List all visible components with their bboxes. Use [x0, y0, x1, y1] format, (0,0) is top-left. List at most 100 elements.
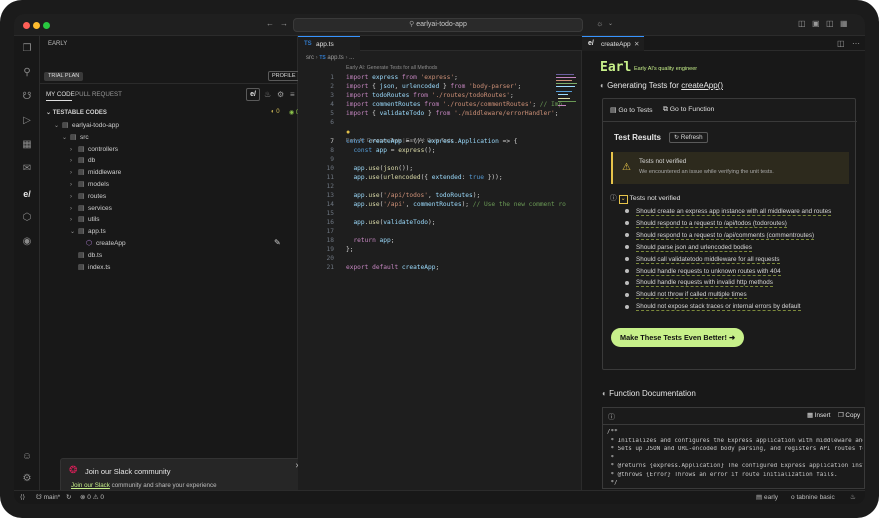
function-link[interactable]: createApp(): [681, 81, 723, 90]
code-line[interactable]: 16 app.use(validateTodo);: [298, 218, 582, 227]
tree-folder-item[interactable]: › ▤ routes: [70, 191, 106, 203]
panel-tab-createapp[interactable]: e/ createApp ✕: [582, 36, 644, 51]
tree-folder-item[interactable]: ⌄ ▤ src: [62, 132, 89, 144]
minimap[interactable]: [556, 74, 578, 108]
tree-folder-item[interactable]: ⌄ ▤ earlyai-todo-app: [54, 120, 119, 132]
tree-folder-item[interactable]: › ▤ controllers: [70, 144, 118, 156]
test-item[interactable]: Should parse json and urlencoded bodies: [625, 242, 752, 253]
test-item[interactable]: Should respond to a request to /api/todo…: [625, 218, 787, 229]
bell-icon[interactable]: ♨: [264, 90, 271, 99]
code-line[interactable]: 2 import { json, urlencoded } from 'body-…: [298, 82, 582, 91]
breadcrumb-file[interactable]: app.ts: [327, 55, 343, 61]
early-ai-icon[interactable]: e/: [20, 187, 34, 201]
test-item[interactable]: Should respond to a request to /api/comm…: [625, 230, 815, 241]
forward-arrow-icon[interactable]: →: [280, 19, 288, 29]
chat-icon[interactable]: ✉: [20, 162, 34, 176]
early-status[interactable]: ▤ early: [756, 491, 778, 504]
code-line[interactable]: 18 return app;: [298, 236, 582, 245]
problems-indicator[interactable]: ⊗ 0 ⚠ 0: [80, 491, 104, 504]
minimize-window-button[interactable]: [33, 22, 40, 29]
code-line[interactable]: 3 import todoRoutes from './routes/todoRo…: [298, 91, 582, 100]
close-tab-icon[interactable]: ✕: [634, 40, 639, 48]
extensions-icon[interactable]: ▦: [20, 138, 34, 152]
layout-icon[interactable]: ▦: [840, 19, 848, 29]
run-debug-icon[interactable]: ▷: [20, 114, 34, 128]
toggle-panel-icon[interactable]: ▣: [812, 19, 820, 29]
join-slack-link[interactable]: Join our Slack: [71, 482, 110, 489]
test-item[interactable]: Should create an express app instance wi…: [625, 206, 832, 217]
editor-tab-app-ts[interactable]: TS app.ts: [298, 36, 360, 51]
tabnine-icon[interactable]: ◉: [20, 235, 34, 249]
code-line[interactable]: 15: [298, 209, 582, 218]
code-line[interactable]: 1 import express from 'express';: [298, 73, 582, 82]
test-item[interactable]: Should not throw if called multiple time…: [625, 289, 747, 300]
chevron-down-icon[interactable]: ⌄: [608, 19, 613, 29]
test-item[interactable]: Should handle requests to unknown routes…: [625, 266, 781, 277]
code-line[interactable]: 6: [298, 118, 582, 127]
code-line[interactable]: 4 import commentRoutes from './routes/com…: [298, 100, 582, 109]
tree-file-item[interactable]: ▤ db.ts: [70, 250, 102, 262]
code-line[interactable]: 20: [298, 254, 582, 263]
tab-pull-request[interactable]: PULL REQUEST: [75, 91, 122, 98]
help-circle-icon[interactable]: ⓘ: [608, 412, 615, 422]
generate-tests-icon[interactable]: ✎: [274, 238, 281, 247]
branch-indicator[interactable]: ☋ main*: [36, 491, 60, 504]
tab-my-code[interactable]: MY CODE: [46, 91, 75, 98]
cube-icon[interactable]: ⬡: [20, 211, 34, 225]
gear-icon[interactable]: ⚙: [277, 90, 284, 99]
tree-file-item[interactable]: ⌄ ▤ app.ts: [70, 226, 106, 238]
profile-button[interactable]: PROFILE: [268, 71, 300, 81]
tree-folder-item[interactable]: › ▤ utils: [70, 214, 100, 226]
remote-icon[interactable]: ⟨⟩: [20, 491, 25, 504]
go-to-function-button[interactable]: ⧉ Go to Function: [663, 106, 714, 114]
test-item[interactable]: Should not expose stack traces or intern…: [625, 301, 801, 312]
code-line[interactable]: 17: [298, 227, 582, 236]
code-line[interactable]: 14 app.use('/api', commentRoutes); // Us…: [298, 200, 582, 209]
copy-button[interactable]: ❐ Copy: [838, 412, 860, 419]
toggle-sidebar-icon[interactable]: ◫: [798, 19, 806, 29]
improve-tests-button[interactable]: Make These Tests Even Better! ➜: [611, 328, 745, 347]
tree-file-item[interactable]: ▤ index.ts: [70, 262, 110, 274]
more-actions-icon[interactable]: ⋯: [852, 39, 860, 48]
explorer-icon[interactable]: ❐: [20, 42, 34, 56]
close-window-button[interactable]: [23, 22, 30, 29]
copilot-icon[interactable]: ☼: [596, 19, 603, 29]
test-item[interactable]: Should handle requests with invalid http…: [625, 277, 773, 288]
lightbulb-icon[interactable]: ●: [346, 129, 350, 136]
bell-icon[interactable]: ♨: [850, 491, 856, 504]
code-line[interactable]: 7 const createApp = (): express.Applicati…: [298, 137, 582, 146]
test-item[interactable]: Should call validatetodo middleware for …: [625, 254, 780, 265]
go-to-tests-button[interactable]: ▤ Go to Tests: [610, 106, 653, 114]
tree-function-item[interactable]: ⬡ createApp: [78, 238, 126, 250]
sync-icon[interactable]: ↻: [66, 491, 71, 504]
insert-button[interactable]: ▦ Insert: [807, 412, 830, 419]
code-line[interactable]: 5 import { validateTodo } from './middlew…: [298, 109, 582, 118]
tree-folder-item[interactable]: › ▤ services: [70, 203, 112, 215]
account-icon[interactable]: ☺: [20, 450, 34, 464]
code-line[interactable]: 8 const app = express();: [298, 146, 582, 155]
maximize-window-button[interactable]: [43, 22, 50, 29]
code-line[interactable]: 11 app.use(urlencoded({ extended: true }…: [298, 173, 582, 182]
codelens-generate-all[interactable]: Early AI: Generate Tests for all Methods: [346, 65, 437, 71]
back-arrow-icon[interactable]: ←: [266, 19, 274, 29]
search-icon[interactable]: ⚲: [20, 66, 34, 80]
code-line[interactable]: 12: [298, 182, 582, 191]
code-line[interactable]: 21 export default createApp;: [298, 263, 582, 272]
tree-folder-item[interactable]: › ▤ models: [70, 179, 109, 191]
refresh-button[interactable]: ↻ Refresh: [669, 132, 708, 143]
command-center-search[interactable]: ⚲ earlyai-todo-app: [293, 18, 583, 32]
early-logo-button[interactable]: e/: [246, 88, 260, 101]
menu-icon[interactable]: ≡: [290, 90, 295, 99]
code-line[interactable]: 19};: [298, 245, 582, 254]
code-line[interactable]: 10 app.use(json());: [298, 164, 582, 173]
code-line[interactable]: 9: [298, 155, 582, 164]
split-editor-icon[interactable]: ◫: [837, 39, 845, 48]
tabnine-status[interactable]: o tabnine basic: [791, 491, 835, 504]
testable-codes-header[interactable]: ⌄ TESTABLE CODES: [46, 109, 107, 116]
breadcrumb-more[interactable]: ...: [349, 55, 354, 61]
tree-folder-item[interactable]: › ▤ middleware: [70, 167, 121, 179]
source-control-icon[interactable]: ☋: [20, 90, 34, 104]
tests-not-verified-group[interactable]: ⓘ ⌄ Tests not verified: [610, 192, 680, 204]
code-line[interactable]: 13 app.use('/api/todos', todoRoutes);: [298, 191, 582, 200]
manage-gear-icon[interactable]: ⚙: [20, 472, 34, 486]
